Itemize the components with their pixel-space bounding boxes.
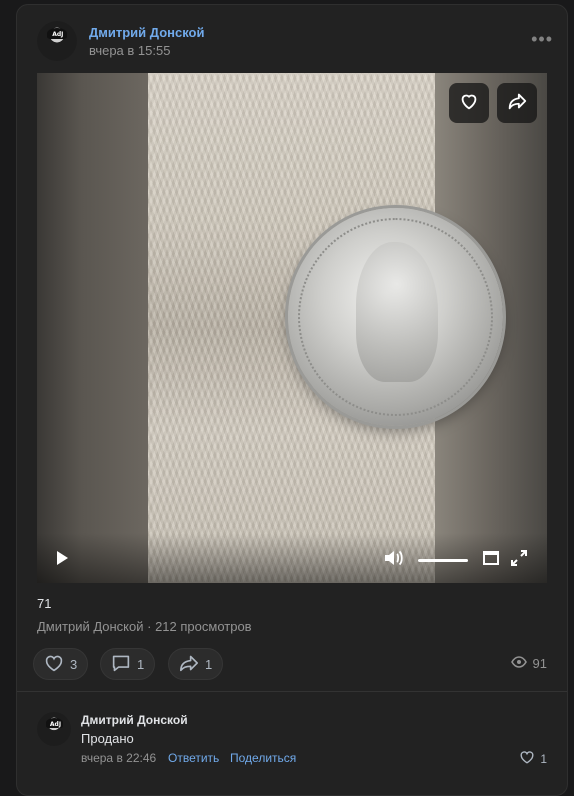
comment-author-name[interactable]: Дмитрий Донской — [81, 713, 188, 727]
coin-image — [288, 208, 503, 426]
share-arrow-icon — [506, 90, 528, 117]
like-video-button[interactable] — [449, 83, 489, 123]
video-frame — [148, 73, 503, 583]
video-title[interactable]: 71 — [37, 596, 51, 611]
comment-count: 1 — [137, 656, 145, 672]
like-count: 3 — [70, 656, 78, 672]
comment-author-avatar[interactable]: AdJ — [37, 712, 71, 746]
share-button[interactable]: 1 — [168, 648, 224, 680]
comment-time[interactable]: вчера в 22:46 — [81, 751, 156, 765]
share-video-button[interactable] — [497, 83, 537, 123]
share-arrow-icon — [179, 654, 199, 675]
eye-icon — [510, 656, 527, 671]
post-time[interactable]: вчера в 15:55 — [89, 43, 170, 58]
post-card: AdJ Дмитрий Донской вчера в 15:55 ••• 71… — [16, 4, 568, 796]
comment-icon — [111, 654, 131, 675]
heart-icon — [458, 90, 480, 117]
comment-like-button[interactable]: 1 — [519, 750, 547, 767]
play-button[interactable] — [51, 549, 73, 571]
comment-text: Продано — [81, 731, 134, 746]
video-meta: Дмитрий Донской · 212 просмотров — [37, 619, 252, 634]
fullscreen-icon — [511, 549, 527, 571]
play-icon — [54, 550, 70, 571]
post-author-name[interactable]: Дмитрий Донской — [89, 25, 204, 40]
reply-link[interactable]: Ответить — [168, 751, 219, 765]
volume-button[interactable] — [382, 549, 406, 571]
share-count: 1 — [205, 656, 213, 672]
comment-like-count: 1 — [540, 751, 547, 766]
like-button[interactable]: 3 — [33, 648, 89, 680]
video-channel[interactable]: Дмитрий Донской — [37, 619, 144, 634]
video-blur-left — [37, 73, 148, 583]
heart-icon — [519, 750, 535, 767]
share-comment-link[interactable]: Поделиться — [230, 751, 296, 765]
view-counter: 91 — [510, 656, 547, 671]
volume-slider[interactable] — [418, 559, 468, 562]
speaker-icon — [383, 548, 405, 573]
video-controls — [37, 533, 547, 583]
comments-divider — [17, 691, 567, 692]
miniplayer-icon — [483, 550, 499, 571]
fullscreen-button[interactable] — [509, 549, 529, 571]
author-avatar[interactable]: AdJ — [37, 21, 77, 61]
miniplayer-button[interactable] — [481, 550, 501, 570]
comment-button[interactable]: 1 — [100, 648, 156, 680]
video-views: 212 просмотров — [155, 619, 252, 634]
more-options-icon[interactable]: ••• — [531, 29, 553, 50]
heart-icon — [44, 654, 64, 675]
video-player[interactable] — [37, 73, 547, 583]
view-count: 91 — [532, 656, 547, 671]
